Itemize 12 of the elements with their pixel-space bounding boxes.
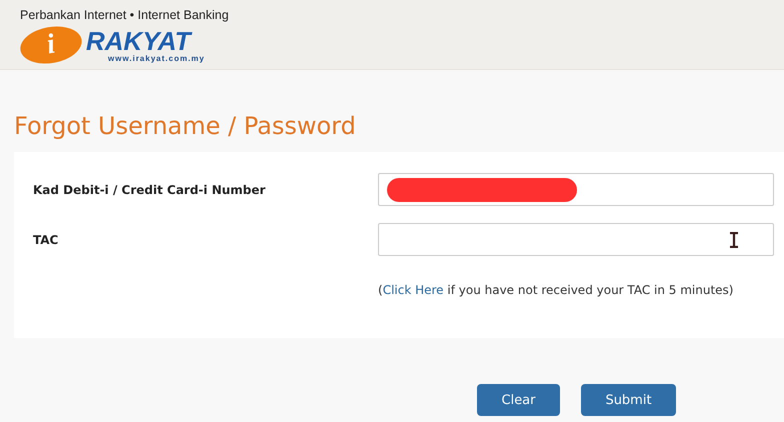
field-label: Kad Debit-i / Credit Card-i Number [33, 182, 266, 196]
input-field[interactable] [378, 223, 774, 256]
bank-logo: RAKYAT [86, 28, 192, 54]
page-title: Forgot Username / Password [14, 111, 356, 142]
clear-button[interactable]: Clear [477, 384, 560, 416]
input-field[interactable] [378, 173, 774, 206]
field-label: TAC [33, 232, 60, 246]
click-here-link[interactable]: Click Here [382, 283, 444, 297]
website-url: www.irakyat.com.my [108, 54, 205, 62]
help-text: (Click Here if you have not received your TAC in 5 minutes) [378, 283, 734, 297]
tagline: Perbankan Internet • Internet Banking [20, 8, 229, 22]
submit-button[interactable]: Submit [581, 384, 676, 416]
